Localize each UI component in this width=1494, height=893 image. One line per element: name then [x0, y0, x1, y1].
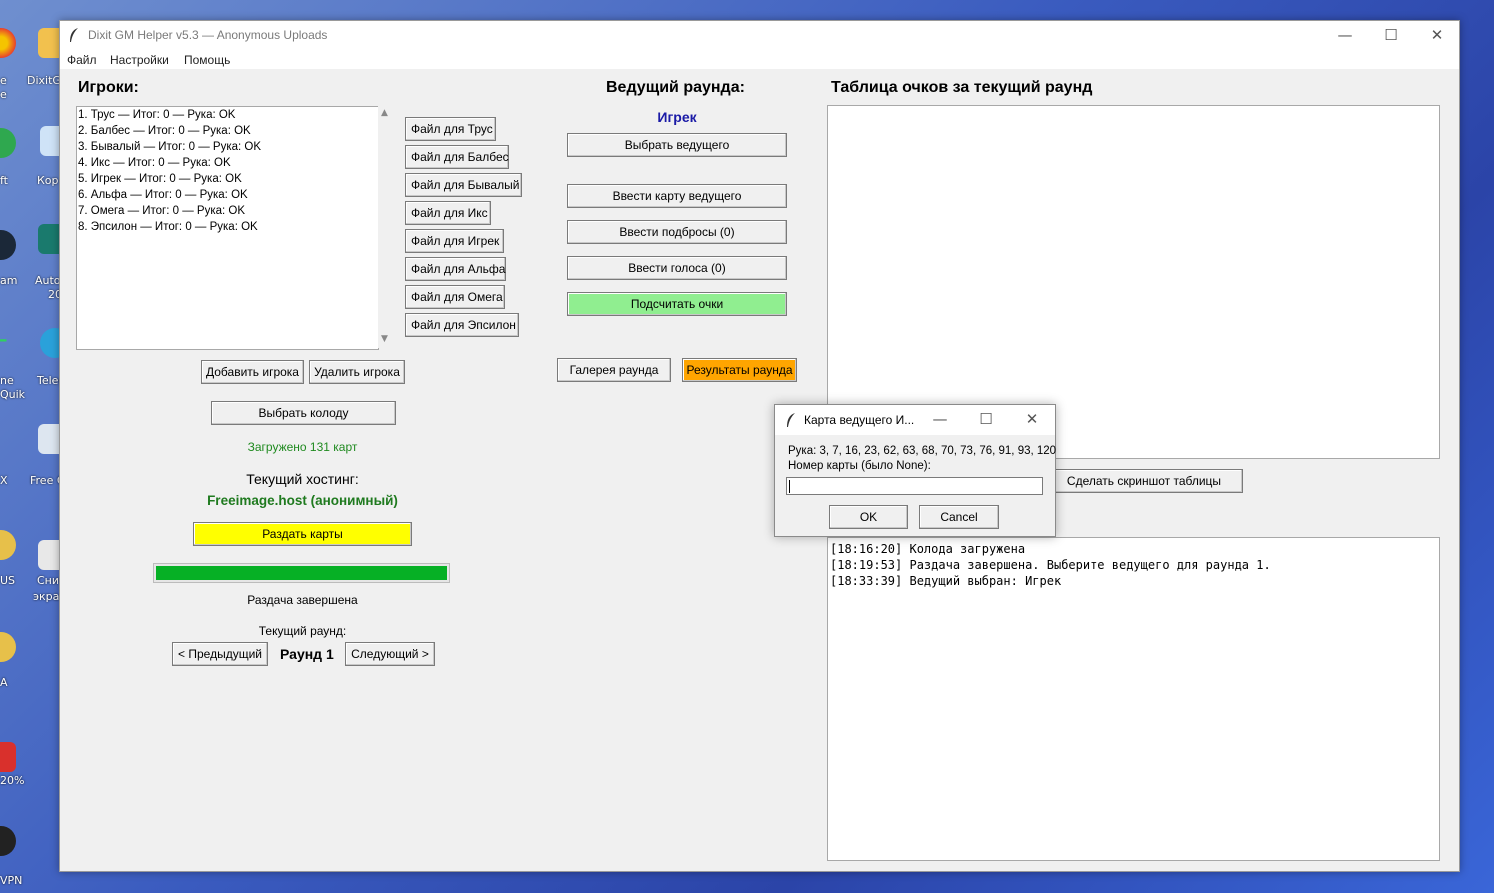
- minimize-button[interactable]: —: [1322, 21, 1368, 51]
- card-number-input[interactable]: [786, 477, 1043, 495]
- desktop-icon-label: Auto: [35, 274, 61, 287]
- scroll-down-icon[interactable]: ▼: [381, 334, 388, 344]
- title-bar[interactable]: Dixit GM Helper v5.3 — Anonymous Uploads…: [60, 21, 1459, 51]
- log-line: [18:16:20] Колода загружена: [830, 542, 1026, 556]
- remove-player-button[interactable]: Удалить игрока: [309, 360, 405, 384]
- dialog-hand-text: Рука: 3, 7, 16, 23, 62, 63, 68, 70, 73, …: [788, 445, 1057, 457]
- app-icon[interactable]: [0, 128, 16, 158]
- log-line: [18:33:39] Ведущий выбран: Игрек: [830, 574, 1062, 588]
- dialog-ok-button[interactable]: OK: [829, 505, 908, 529]
- vpn-icon[interactable]: [0, 826, 16, 856]
- list-item[interactable]: 4. Икс — Итог: 0 — Рука: OK: [77, 155, 378, 171]
- deal-progress-bar: [153, 563, 450, 583]
- file-button-igrek[interactable]: Файл для Игрек: [405, 229, 504, 253]
- desktop-icon-label: VPN: [0, 874, 23, 887]
- scores-heading: Таблица очков за текущий раунд: [831, 79, 1093, 96]
- list-item[interactable]: 3. Бывалый — Итог: 0 — Рука: OK: [77, 139, 378, 155]
- hosting-label: Текущий хостинг:: [246, 471, 359, 487]
- file-button-alfa[interactable]: Файл для Альфа: [405, 257, 506, 281]
- list-item[interactable]: 7. Омега — Итог: 0 — Рука: OK: [77, 203, 378, 219]
- choose-leader-button[interactable]: Выбрать ведущего: [567, 133, 787, 157]
- list-item[interactable]: 1. Трус — Итог: 0 — Рука: OK: [77, 107, 378, 123]
- round-gallery-button[interactable]: Галерея раунда: [557, 358, 671, 382]
- text-caret: [789, 480, 790, 493]
- desktop-icon-label: Сни: [37, 574, 60, 587]
- players-listbox[interactable]: 1. Трус — Итог: 0 — Рука: OK 2. Балбес —…: [76, 106, 379, 350]
- file-button-balbes[interactable]: Файл для Балбес: [405, 145, 509, 169]
- menu-settings[interactable]: Настройки: [110, 53, 169, 67]
- steam-icon[interactable]: [0, 230, 16, 260]
- desktop-icon-label: ne: [0, 374, 14, 387]
- browser-icon[interactable]: [0, 28, 16, 58]
- round-results-button[interactable]: Результаты раунда: [682, 358, 797, 382]
- dialog-title-bar[interactable]: Карта ведущего И... — ☐ ✕: [775, 405, 1055, 435]
- list-item[interactable]: 2. Балбес — Итог: 0 — Рука: OK: [77, 123, 378, 139]
- prev-round-button[interactable]: < Предыдущий: [172, 642, 268, 666]
- desktop-icon-label: A: [0, 676, 8, 689]
- players-scrollbar[interactable]: ▲ ▼: [378, 106, 393, 348]
- asus-icon[interactable]: [0, 530, 16, 560]
- desktop-icon-label: DixitG: [27, 74, 61, 87]
- table-screenshot-button[interactable]: Сделать скриншот таблицы: [1045, 469, 1243, 493]
- feather-icon: [785, 412, 797, 428]
- desktop-icon-label: Кор: [37, 174, 59, 187]
- log-panel[interactable]: [18:16:20] Колода загружена [18:19:53] Р…: [827, 537, 1440, 861]
- log-line: [18:19:53] Раздача завершена. Выберите в…: [830, 558, 1271, 572]
- close-button[interactable]: ✕: [1414, 21, 1460, 51]
- file-button-iks[interactable]: Файл для Икс: [405, 201, 491, 225]
- dialog-prompt: Номер карты (было None):: [788, 460, 931, 472]
- enter-votes-button[interactable]: Ввести голоса (0): [567, 256, 787, 280]
- deal-status: Раздача завершена: [247, 593, 358, 607]
- list-item[interactable]: 6. Альфа — Итог: 0 — Рука: OK: [77, 187, 378, 203]
- desktop-icon-label: US: [0, 574, 16, 587]
- leader-heading: Ведущий раунда:: [606, 79, 745, 96]
- app-icon[interactable]: [0, 632, 16, 662]
- dialog-close-button[interactable]: ✕: [1009, 405, 1055, 435]
- desktop-icon-label: ft: [0, 174, 8, 187]
- leader-name: Игрек: [657, 109, 697, 125]
- pdf-icon[interactable]: [0, 742, 16, 772]
- menu-file[interactable]: Файл: [67, 53, 97, 67]
- desktop-icon-label: am: [0, 274, 18, 287]
- desktop-icon-label: e: [0, 88, 7, 101]
- desktop-icon-label: экра: [33, 590, 60, 603]
- list-item[interactable]: 8. Эпсилон — Итог: 0 — Рука: OK: [77, 219, 378, 235]
- maximize-button[interactable]: ☐: [1368, 21, 1414, 51]
- desktop-icon-label: 20%: [0, 774, 25, 787]
- add-player-button[interactable]: Добавить игрока: [201, 360, 304, 384]
- enter-leader-card-button[interactable]: Ввести карту ведущего: [567, 184, 787, 208]
- list-item[interactable]: 5. Игрек — Итог: 0 — Рука: OK: [77, 171, 378, 187]
- players-heading: Игроки:: [78, 79, 139, 96]
- hosting-value: Freeimage.host (анонимный): [207, 493, 398, 508]
- feather-icon: [68, 27, 80, 43]
- menu-bar: Файл Настройки Помощь: [60, 51, 1459, 69]
- enter-throws-button[interactable]: Ввести подбросы (0): [567, 220, 787, 244]
- window-title: Dixit GM Helper v5.3 — Anonymous Uploads: [88, 28, 328, 42]
- menu-help[interactable]: Помощь: [184, 53, 230, 67]
- file-button-epsilon[interactable]: Файл для Эпсилон: [405, 313, 519, 337]
- next-round-button[interactable]: Следующий >: [345, 642, 435, 666]
- deal-cards-button[interactable]: Раздать карты: [193, 522, 412, 546]
- file-button-byvaly[interactable]: Файл для Бывалый: [405, 173, 522, 197]
- desktop-icon-label: X: [0, 474, 8, 487]
- dialog-maximize-button[interactable]: ☐: [963, 405, 1009, 435]
- choose-deck-button[interactable]: Выбрать колоду: [211, 401, 396, 425]
- deal-progress-fill: [156, 566, 447, 580]
- scroll-up-icon[interactable]: ▲: [381, 108, 388, 118]
- dialog-minimize-button[interactable]: —: [917, 405, 963, 435]
- leader-card-dialog: Карта ведущего И... — ☐ ✕ Рука: 3, 7, 16…: [774, 404, 1056, 537]
- round-label: Текущий раунд:: [258, 624, 347, 638]
- desktop-icon-label: Quik: [0, 388, 26, 401]
- plus-icon[interactable]: +: [0, 325, 16, 355]
- deck-loaded-status: Загружено 131 карт: [247, 440, 358, 454]
- dialog-cancel-button[interactable]: Cancel: [919, 505, 999, 529]
- file-button-trus[interactable]: Файл для Трус: [405, 117, 496, 141]
- file-button-omega[interactable]: Файл для Омега: [405, 285, 505, 309]
- desktop-icon-label: e: [0, 74, 7, 87]
- dialog-title: Карта ведущего И...: [804, 413, 915, 427]
- main-window: Dixit GM Helper v5.3 — Anonymous Uploads…: [59, 20, 1460, 872]
- count-points-button[interactable]: Подсчитать очки: [567, 292, 787, 316]
- round-value: Раунд 1: [280, 646, 334, 662]
